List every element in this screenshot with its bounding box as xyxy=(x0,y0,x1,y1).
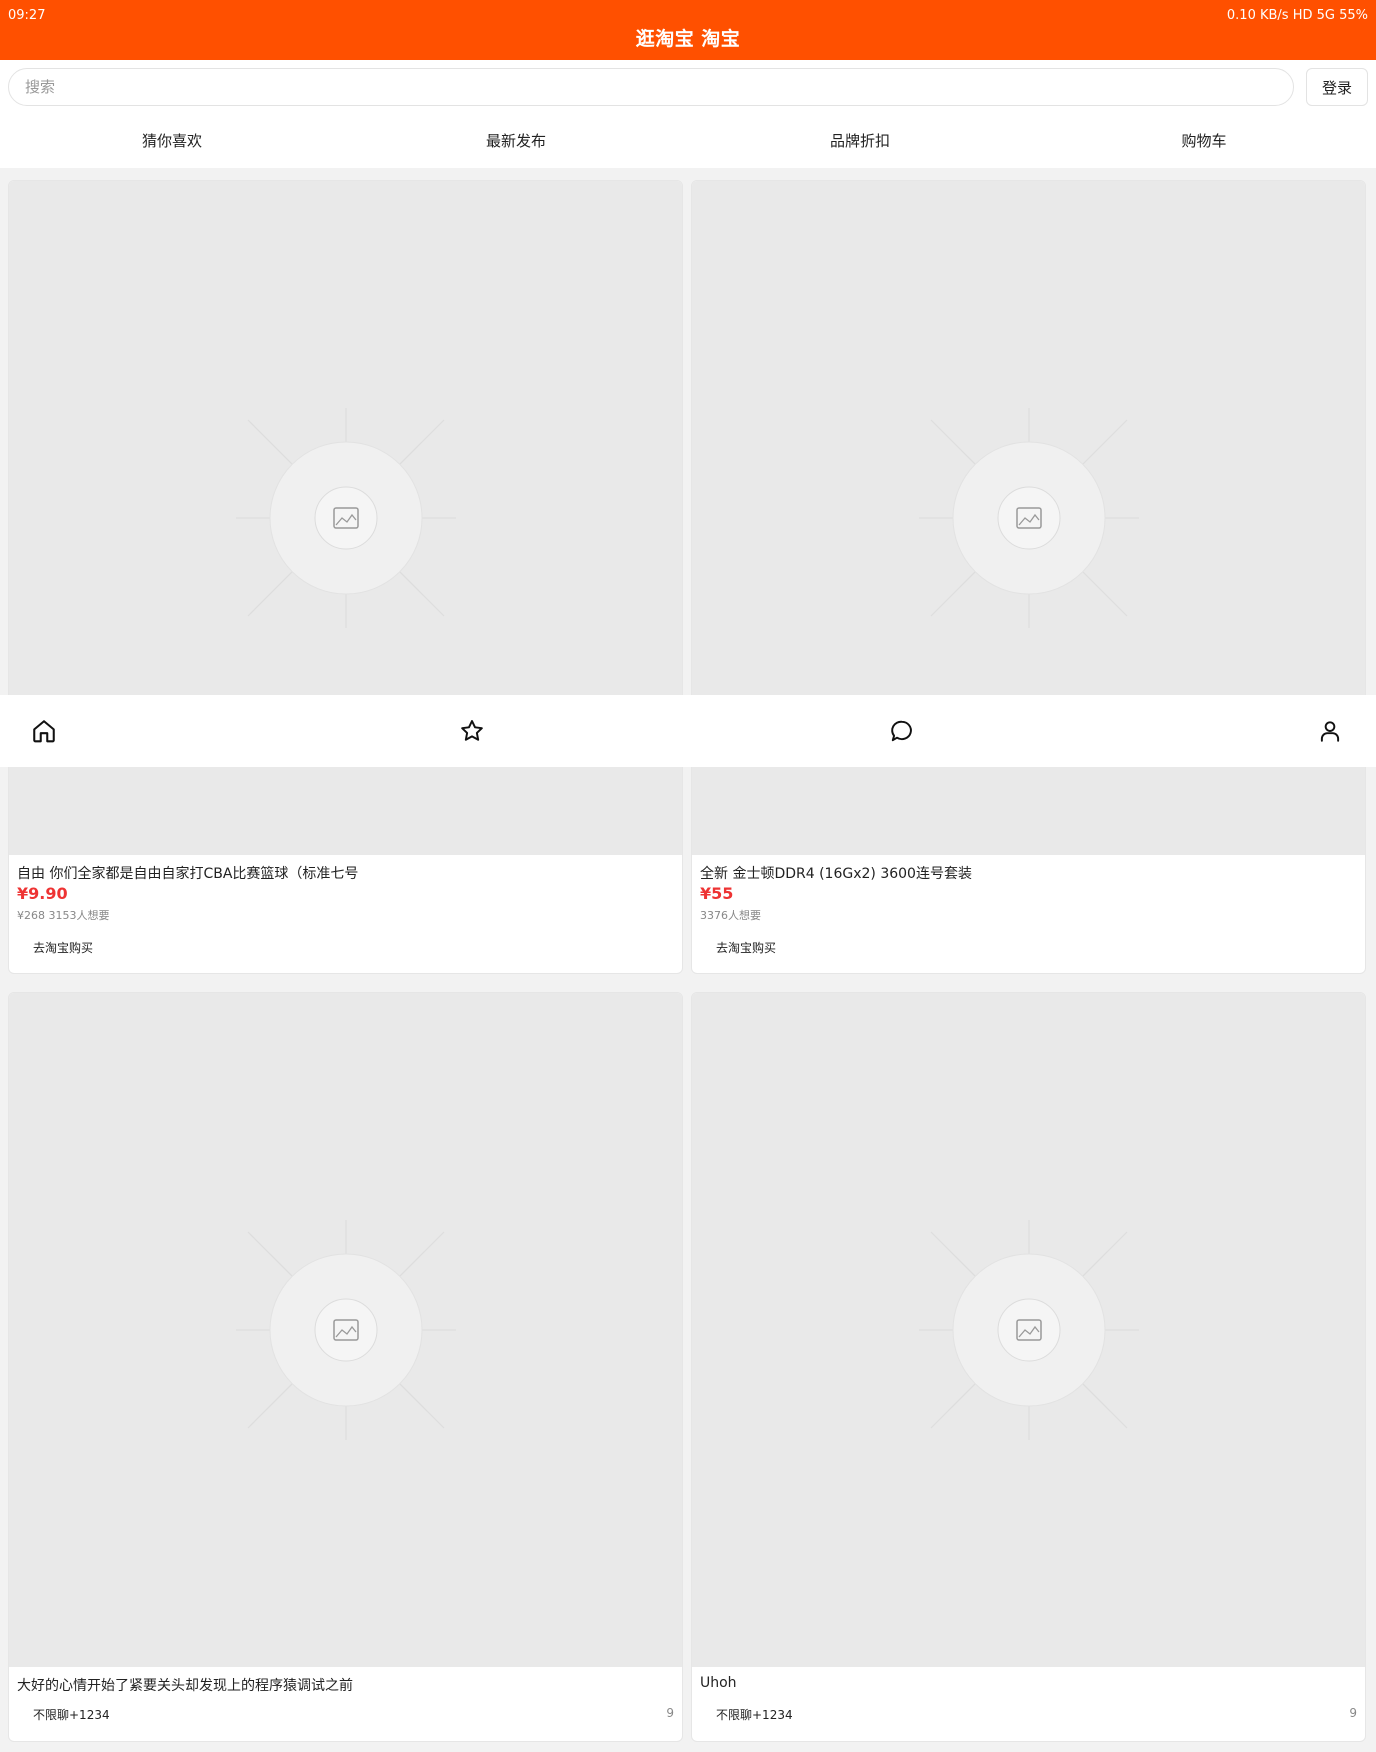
item-count: 9 xyxy=(1349,1706,1357,1720)
buy-on-taobao-link[interactable]: 去淘宝购买 xyxy=(716,939,776,956)
product-title: 大好的心情开始了紧要关头却发现上的程序猿调试之前 xyxy=(17,1678,353,1694)
product-price: ¥9.90 xyxy=(17,884,68,903)
search-row: 登录 xyxy=(0,60,1376,112)
product-card[interactable]: 全新 金士顿DDR4 (16Gx2) 3600连号套装 ¥55 3376人想要 … xyxy=(691,180,1366,974)
page-title: 逛淘宝 淘宝 xyxy=(635,28,741,50)
product-meta: ¥268 3153人想要 xyxy=(17,909,110,922)
nav-favorites[interactable] xyxy=(436,695,508,767)
image-placeholder-icon xyxy=(235,1220,456,1440)
chat-bubble-icon xyxy=(891,720,912,742)
chat-label[interactable]: 不限聊+1234 xyxy=(33,1706,110,1723)
product-price: ¥55 xyxy=(700,884,734,903)
tab-latest[interactable]: 最新发布 xyxy=(344,112,688,168)
product-card[interactable]: Uhoh 不限聊+1234 9 xyxy=(691,992,1366,1742)
tab-cart[interactable]: 购物车 xyxy=(1032,112,1376,168)
category-tabs: 猜你喜欢 最新发布 品牌折扣 购物车 xyxy=(0,112,1376,168)
product-title: 自由 你们全家都是自由自家打CBA比赛篮球（标准七号 xyxy=(17,866,359,882)
search-input[interactable] xyxy=(8,68,1294,106)
product-card[interactable]: 自由 你们全家都是自由自家打CBA比赛篮球（标准七号 ¥9.90 ¥268 31… xyxy=(8,180,683,974)
header-bar: 09:27 0.10 KB/s HD 5G 55% 逛淘宝 淘宝 xyxy=(0,0,1376,60)
product-title: Uhoh xyxy=(700,1675,737,1691)
buy-on-taobao-link[interactable]: 去淘宝购买 xyxy=(33,939,93,956)
nav-messages[interactable] xyxy=(866,695,938,767)
tab-brand-discount[interactable]: 品牌折扣 xyxy=(688,112,1032,168)
star-icon xyxy=(461,720,483,741)
product-image-placeholder xyxy=(692,993,1365,1667)
product-image-placeholder xyxy=(9,993,682,1667)
status-time: 09:27 xyxy=(8,8,46,23)
tab-guess-you-like[interactable]: 猜你喜欢 xyxy=(0,112,344,168)
bottom-nav-bar xyxy=(0,695,1376,767)
chat-label[interactable]: 不限聊+1234 xyxy=(716,1706,793,1723)
item-count: 9 xyxy=(666,1706,674,1720)
person-icon xyxy=(1320,721,1340,742)
product-card[interactable]: 大好的心情开始了紧要关头却发现上的程序猿调试之前 不限聊+1234 9 xyxy=(8,992,683,1742)
status-system-info: 0.10 KB/s HD 5G 55% xyxy=(1226,8,1368,23)
product-meta: 3376人想要 xyxy=(700,909,761,922)
nav-profile[interactable] xyxy=(1294,695,1366,767)
login-button[interactable]: 登录 xyxy=(1306,68,1368,106)
image-placeholder-icon xyxy=(235,408,456,628)
product-title: 全新 金士顿DDR4 (16Gx2) 3600连号套装 xyxy=(700,866,972,882)
home-icon xyxy=(33,720,55,743)
image-placeholder-icon xyxy=(918,408,1139,628)
image-placeholder-icon xyxy=(918,1220,1139,1440)
nav-home[interactable] xyxy=(8,695,80,767)
